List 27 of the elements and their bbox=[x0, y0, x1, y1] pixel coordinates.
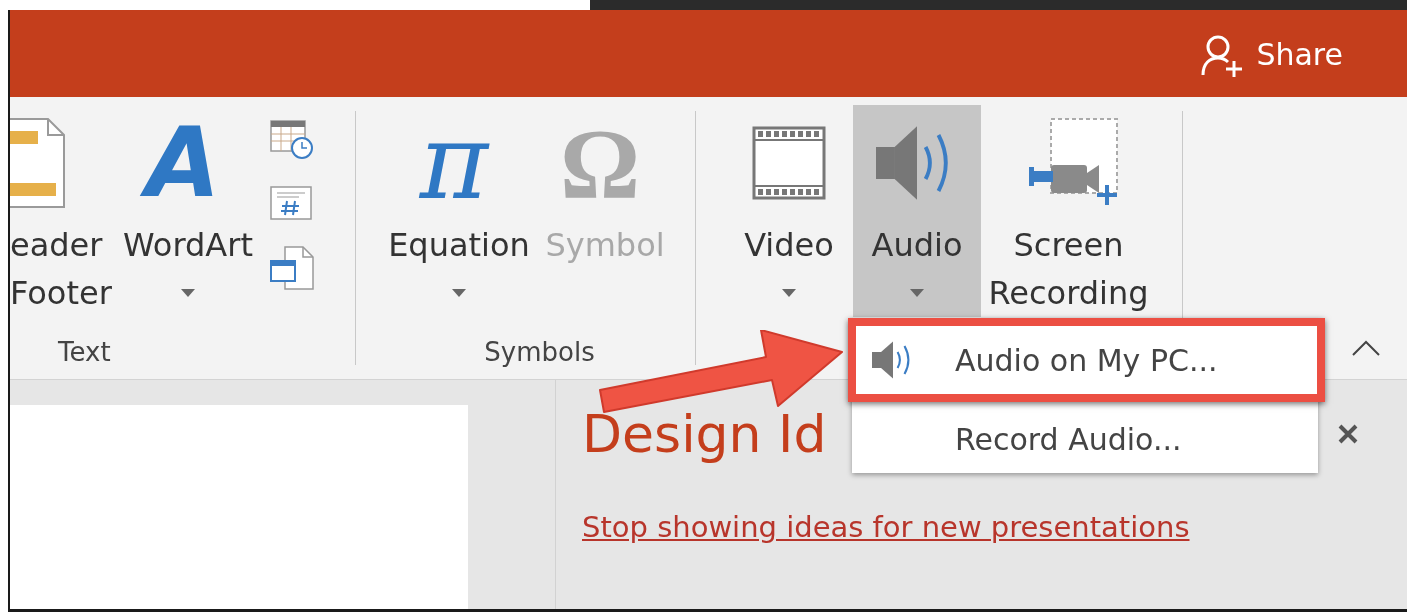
number-field-icon[interactable] bbox=[269, 185, 313, 221]
menu-item[interactable]: Audio on My PC... bbox=[848, 318, 1325, 402]
share-button[interactable]: Share bbox=[1194, 28, 1349, 81]
film-icon bbox=[752, 126, 826, 200]
object-icon[interactable] bbox=[269, 245, 315, 291]
link[interactable]: Stop showing ideas for new presentations bbox=[582, 510, 1190, 544]
ribbon-button[interactable]: Video bbox=[734, 105, 844, 317]
chevron-up-icon[interactable] bbox=[1351, 339, 1381, 357]
caret-icon bbox=[782, 289, 796, 297]
caret-icon bbox=[181, 289, 195, 297]
slide-thumbnail[interactable] bbox=[10, 405, 468, 609]
pi-icon: π bbox=[413, 103, 505, 223]
pane-title: Design Id bbox=[582, 403, 827, 466]
ribbon-button[interactable]: Audio bbox=[853, 105, 981, 317]
ribbon-button[interactable]: eader Footer bbox=[10, 105, 110, 317]
ribbon-button[interactable]: π Equation bbox=[384, 105, 534, 317]
caret-icon bbox=[910, 289, 924, 297]
group-label: Text bbox=[57, 336, 112, 369]
calendar-clock-icon[interactable] bbox=[269, 119, 315, 161]
ribbon-button[interactable]: Screen Recording bbox=[981, 105, 1156, 317]
letter-a-icon: A bbox=[140, 107, 236, 219]
ribbon-button[interactable]: A WordArt bbox=[113, 105, 263, 317]
close-icon[interactable] bbox=[1337, 423, 1359, 445]
omega-icon: Ω bbox=[553, 105, 657, 221]
menu-item[interactable]: Record Audio... bbox=[852, 405, 1318, 473]
group-label: Symbols bbox=[483, 336, 596, 369]
caret-icon bbox=[452, 289, 466, 297]
